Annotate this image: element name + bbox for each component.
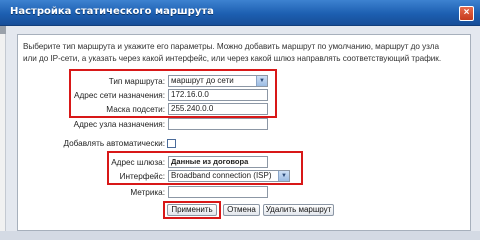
description-text: Выберите тип маршрута и укажите его пара… [23, 42, 442, 63]
dest-host-label: Адрес узла назначения: [73, 120, 165, 129]
highlight-gateway-group [107, 151, 303, 185]
left-border-handle [0, 26, 6, 34]
close-icon: × [463, 7, 470, 18]
auto-add-checkbox[interactable] [167, 139, 176, 148]
dest-host-input[interactable] [168, 118, 268, 130]
apply-button[interactable]: Применить [167, 204, 217, 216]
delete-route-button[interactable]: Удалить маршрут [263, 204, 334, 216]
window-title: Настройка статического маршрута [10, 6, 214, 17]
highlight-route-group [69, 69, 277, 118]
metric-input[interactable] [168, 186, 268, 198]
close-button[interactable]: × [459, 6, 474, 21]
cancel-button[interactable]: Отмена [223, 204, 260, 216]
auto-add-label: Добавлять автоматически: [63, 139, 165, 148]
metric-label: Метрика: [130, 188, 165, 197]
left-border-strip [0, 26, 6, 231]
title-bar: Настройка статического маршрута × [0, 0, 480, 26]
